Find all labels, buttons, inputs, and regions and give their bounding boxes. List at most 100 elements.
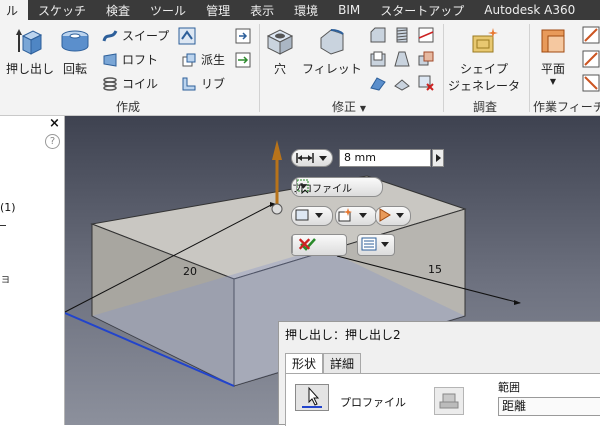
tab-sketch[interactable]: スケッチ bbox=[28, 0, 96, 20]
fillet-icon bbox=[320, 29, 344, 55]
menu-bar: ル スケッチ 検査 ツール 管理 表示 環境 BIM スタートアップ Autod… bbox=[0, 0, 600, 20]
rib-button[interactable]: リブ bbox=[181, 75, 225, 92]
cancel-x-icon[interactable] bbox=[292, 235, 316, 253]
combine-button[interactable] bbox=[417, 50, 435, 68]
dimension-15-label[interactable]: 15 bbox=[428, 263, 442, 276]
ucs-icon bbox=[582, 74, 600, 92]
extents-label: 範囲 bbox=[498, 381, 520, 394]
revolve-label: 回転 bbox=[62, 62, 87, 76]
coil-button[interactable]: コイル bbox=[102, 75, 158, 92]
derive-label: 派生 bbox=[201, 53, 226, 67]
distance-input-arrow[interactable] bbox=[432, 149, 444, 167]
point-button[interactable] bbox=[582, 50, 600, 68]
profile-field-label: プロファイル bbox=[340, 396, 406, 409]
import-button[interactable] bbox=[234, 27, 252, 45]
sweep-button[interactable]: スイープ bbox=[102, 27, 169, 44]
distance-type-dropdown[interactable] bbox=[291, 149, 333, 167]
ucs-button[interactable] bbox=[582, 74, 600, 92]
browser-tree-item[interactable]: (1) bbox=[0, 201, 16, 214]
shell-tool-button[interactable] bbox=[369, 50, 387, 68]
tab-get-started[interactable]: スタートアップ bbox=[370, 0, 474, 20]
delete-face-icon bbox=[394, 79, 410, 91]
direction-icon bbox=[379, 208, 404, 222]
derive-button[interactable]: 派生 bbox=[181, 51, 225, 68]
create-group-label: 作成 bbox=[116, 100, 141, 114]
axis-button[interactable] bbox=[582, 26, 600, 44]
panel-close-icon[interactable]: × bbox=[49, 116, 60, 131]
draft-button[interactable] bbox=[393, 50, 411, 68]
derive-icon bbox=[182, 53, 196, 66]
plane-dropdown-arrow[interactable]: ▼ bbox=[550, 77, 556, 86]
split-icon bbox=[418, 27, 434, 43]
fillet-button[interactable]: フィレット bbox=[302, 26, 362, 77]
point-icon bbox=[582, 50, 600, 68]
tab-environments[interactable]: 環境 bbox=[284, 0, 328, 20]
tab-view[interactable]: 表示 bbox=[240, 0, 284, 20]
extrude-label: 押し出し bbox=[6, 62, 55, 76]
rib-label: リブ bbox=[201, 77, 226, 91]
help-icon[interactable]: ? bbox=[45, 134, 60, 149]
manipulator-arrow-head[interactable] bbox=[272, 140, 282, 160]
thicken-button[interactable] bbox=[369, 74, 387, 92]
tab-bim[interactable]: BIM bbox=[328, 0, 370, 20]
emboss-button[interactable] bbox=[178, 27, 196, 45]
extents-select[interactable]: 距離 bbox=[498, 397, 600, 416]
solid-body-icon bbox=[439, 393, 459, 409]
sweep-icon bbox=[102, 29, 118, 41]
profile-select-button[interactable]: プロファイル bbox=[291, 177, 383, 197]
plane-button[interactable]: 平面 ▼ bbox=[538, 26, 568, 86]
loft-button[interactable]: ロフト bbox=[102, 51, 158, 68]
delete-solid-button[interactable] bbox=[417, 74, 435, 92]
dialog-tabs: 形状 詳細 bbox=[285, 353, 362, 374]
coil-icon bbox=[103, 76, 117, 91]
fillet-label: フィレット bbox=[302, 62, 362, 76]
axis-icon bbox=[582, 26, 600, 44]
sweep-label: スイープ bbox=[122, 29, 170, 43]
tab-manage[interactable]: 管理 bbox=[196, 0, 240, 20]
thread-icon bbox=[396, 27, 408, 43]
dimension-20-label[interactable]: 20 bbox=[183, 265, 197, 278]
ribbon: 押し出し 回転 スイープ ロフト コイル 派生 リブ 作成 穴 フィレット 修正… bbox=[0, 20, 600, 116]
output-dropdown[interactable] bbox=[291, 206, 333, 226]
arrow-in-icon bbox=[235, 52, 251, 68]
extrude-dialog: 押し出し：押し出し2 形状 詳細 プロファイル 範囲 距離 bbox=[278, 321, 600, 426]
split-button[interactable] bbox=[417, 26, 435, 44]
tab-tools[interactable]: ツール bbox=[140, 0, 196, 20]
separator bbox=[529, 24, 530, 112]
shape-generator-button[interactable]: シェイプ ジェネレータ bbox=[448, 26, 520, 94]
revolve-button[interactable]: 回転 bbox=[60, 26, 90, 77]
tab-inspect[interactable]: 検査 bbox=[96, 0, 140, 20]
solids-select-button[interactable] bbox=[434, 387, 464, 415]
combine-icon bbox=[418, 51, 434, 66]
hole-button[interactable]: 穴 bbox=[265, 26, 295, 77]
hole-icon bbox=[266, 29, 294, 55]
tab-a360[interactable]: Autodesk A360 bbox=[474, 0, 585, 20]
distance-input[interactable]: 8 mm bbox=[339, 149, 431, 167]
extrude-button[interactable]: 押し出し bbox=[6, 26, 54, 77]
delete-face-button[interactable] bbox=[393, 74, 411, 92]
extrude-icon bbox=[16, 29, 43, 55]
profile-select-button[interactable] bbox=[295, 384, 329, 411]
chamfer-icon bbox=[370, 27, 386, 43]
direction-dropdown[interactable] bbox=[375, 206, 411, 226]
operation-dropdown[interactable] bbox=[335, 206, 377, 226]
chevron-down-icon[interactable] bbox=[296, 178, 310, 194]
chamfer-button[interactable] bbox=[369, 26, 387, 44]
shell-icon bbox=[370, 51, 386, 67]
separator bbox=[259, 24, 260, 112]
dialog-title: 押し出し：押し出し2 bbox=[285, 328, 401, 342]
join-operation-icon bbox=[338, 208, 367, 222]
shell-button[interactable] bbox=[234, 51, 252, 69]
thread-button[interactable] bbox=[393, 26, 411, 44]
tab-more[interactable]: 詳細 bbox=[323, 353, 362, 374]
tab-shape[interactable]: 形状 bbox=[285, 353, 324, 374]
draft-icon bbox=[394, 51, 410, 67]
manipulator-base-sphere[interactable] bbox=[271, 203, 283, 215]
work-features-group-label: 作業フィーチ bbox=[533, 100, 600, 114]
tab-model[interactable]: ル bbox=[0, 0, 29, 20]
solid-output-icon bbox=[295, 209, 323, 221]
browser-tree-item-partial[interactable]: ョ bbox=[0, 270, 11, 286]
revolve-icon bbox=[61, 30, 89, 52]
plane-label: 平面 bbox=[540, 62, 565, 76]
dialog-toggle-dropdown[interactable] bbox=[357, 234, 395, 256]
